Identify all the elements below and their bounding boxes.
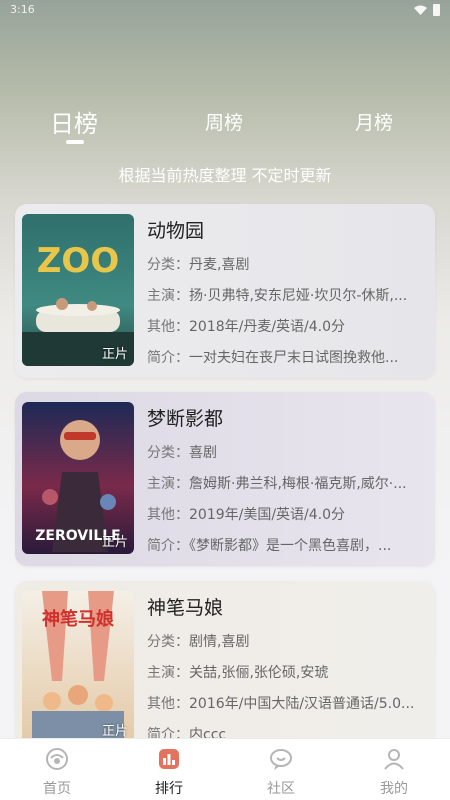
status-bar: 3:16 xyxy=(0,0,450,22)
other-label: 其他： xyxy=(147,507,189,523)
poster-badge: 正片 xyxy=(101,347,128,362)
movie-info: 梦断影都 分类：喜剧 主演：詹姆斯·弗兰科,梅根·福克斯,威尔·... 其他：2… xyxy=(147,404,427,566)
bottom-nav: 首页 排行 社区 我的 xyxy=(0,738,450,800)
ranking-icon xyxy=(159,749,179,769)
movie-category: 分类：喜剧 xyxy=(147,443,427,474)
other-label: 其他： xyxy=(147,696,189,712)
category-value: 剧情,喜剧 xyxy=(189,634,250,650)
movie-poster[interactable]: ZOO 正片 xyxy=(22,214,134,366)
other-value: 2018年/丹麦/英语/4.0分 xyxy=(189,319,346,335)
cast-value: 詹姆斯·弗兰科,梅根·福克斯,威尔·... xyxy=(189,476,407,492)
movie-info: 神笔马娘 分类：剧情,喜剧 主演：关喆,张俪,张伦硕,安琥 其他：2016年/中… xyxy=(147,593,427,756)
movie-title[interactable]: 动物园 xyxy=(147,216,427,243)
poster-badge: 正片 xyxy=(101,535,128,550)
movie-cast: 主演：扬·贝弗特,安东尼娅·坎贝尔-休斯,... xyxy=(147,286,427,317)
other-label: 其他： xyxy=(147,319,189,335)
profile-icon xyxy=(384,749,404,770)
category-label: 分类： xyxy=(147,445,189,461)
tab-monthly[interactable]: 月榜 xyxy=(355,108,393,135)
cast-label: 主演： xyxy=(147,665,189,681)
movie-title[interactable]: 梦断影都 xyxy=(147,404,427,431)
category-value: 喜剧 xyxy=(189,445,217,461)
movie-card[interactable]: ZOO 正片 动物园 分类：丹麦,喜剧 主演：扬·贝弗特,安东尼娅·坎贝尔-休斯… xyxy=(15,204,435,378)
cast-value: 关喆,张俪,张伦硕,安琥 xyxy=(189,665,329,681)
nav-profile[interactable]: 我的 xyxy=(354,739,434,800)
movie-info: 动物园 分类：丹麦,喜剧 主演：扬·贝弗特,安东尼娅·坎贝尔-休斯,... 其他… xyxy=(147,216,427,378)
cast-label: 主演： xyxy=(147,476,189,492)
movie-other: 其他：2019年/美国/英语/4.0分 xyxy=(147,505,427,536)
other-value: 2019年/美国/英语/4.0分 xyxy=(189,507,346,523)
svg-text:神笔马娘: 神笔马娘 xyxy=(42,608,114,630)
nav-community[interactable]: 社区 xyxy=(241,739,321,800)
battery-icon xyxy=(433,4,440,16)
other-value: 2016年/中国大陆/汉语普通话/5.0... xyxy=(189,696,415,712)
nav-ranking[interactable]: 排行 xyxy=(129,739,209,800)
tab-daily[interactable]: 日榜 xyxy=(50,104,98,139)
nav-home-label: 首页 xyxy=(43,781,71,797)
home-icon xyxy=(46,748,68,770)
nav-ranking-label: 排行 xyxy=(155,781,183,797)
nav-profile-label: 我的 xyxy=(380,781,408,797)
nav-community-label: 社区 xyxy=(267,781,295,797)
movie-other: 其他：2016年/中国大陆/汉语普通话/5.0... xyxy=(147,694,427,725)
cast-value: 扬·贝弗特,安东尼娅·坎贝尔-休斯,... xyxy=(189,288,408,304)
movie-poster[interactable]: ZEROVILLE 正片 xyxy=(22,402,134,554)
movie-title[interactable]: 神笔马娘 xyxy=(147,593,427,620)
synopsis-label: 简介： xyxy=(147,350,189,366)
category-value: 丹麦,喜剧 xyxy=(189,257,250,273)
nav-home[interactable]: 首页 xyxy=(17,739,97,800)
category-label: 分类： xyxy=(147,257,189,273)
synopsis-value: 一对夫妇在丧尸末日试图挽救他... xyxy=(189,350,399,366)
status-time: 3:16 xyxy=(10,3,35,16)
movie-poster[interactable]: 神笔马娘 正片 xyxy=(22,591,134,743)
movie-synopsis: 简介：一对夫妇在丧尸末日试图挽救他... xyxy=(147,348,427,378)
poster-badge: 正片 xyxy=(101,724,128,739)
ranking-subtitle: 根据当前热度整理 不定时更新 xyxy=(118,166,332,185)
movie-cast: 主演：詹姆斯·弗兰科,梅根·福克斯,威尔·... xyxy=(147,474,427,505)
cast-label: 主演： xyxy=(147,288,189,304)
movie-category: 分类：丹麦,喜剧 xyxy=(147,255,427,286)
tab-weekly[interactable]: 周榜 xyxy=(205,108,243,135)
category-label: 分类： xyxy=(147,634,189,650)
svg-text:ZOO: ZOO xyxy=(37,241,119,281)
movie-synopsis: 简介：《梦断影都》是一个黑色喜剧，... xyxy=(147,536,427,566)
movie-category: 分类：剧情,喜剧 xyxy=(147,632,427,663)
synopsis-value: 《梦断影都》是一个黑色喜剧，... xyxy=(189,538,392,554)
status-icons xyxy=(414,4,440,16)
synopsis-label: 简介： xyxy=(147,538,189,554)
movie-card[interactable]: ZEROVILLE 正片 梦断影都 分类：喜剧 主演：詹姆斯·弗兰科,梅根·福克… xyxy=(15,392,435,566)
wifi-icon xyxy=(414,5,427,15)
community-icon xyxy=(270,749,292,770)
tab-indicator xyxy=(66,140,84,144)
movie-cast: 主演：关喆,张俪,张伦硕,安琥 xyxy=(147,663,427,694)
movie-other: 其他：2018年/丹麦/英语/4.0分 xyxy=(147,317,427,348)
